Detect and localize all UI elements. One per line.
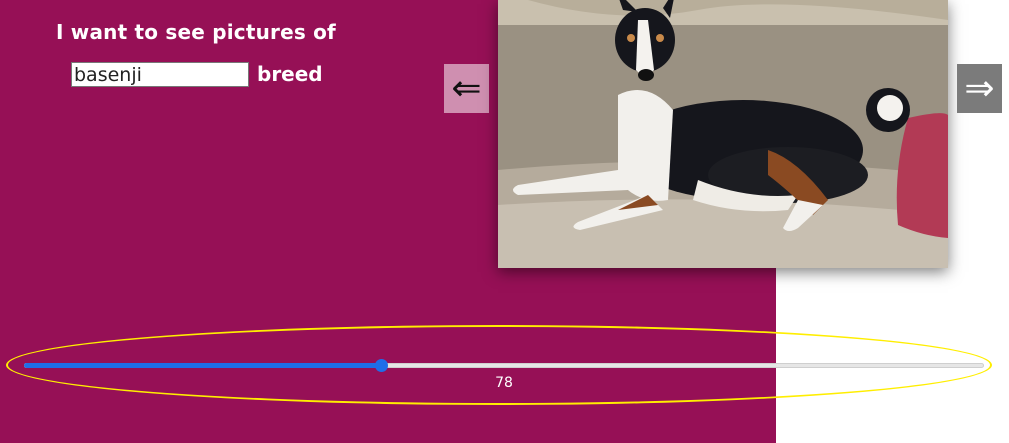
previous-image-button[interactable]: ⇐	[444, 64, 489, 113]
slider-value: 78	[495, 375, 513, 391]
left-double-arrow-icon: ⇐	[451, 67, 482, 109]
dog-image	[498, 0, 948, 268]
breed-label: breed	[257, 62, 323, 86]
breed-input[interactable]	[71, 62, 249, 87]
slider-fill	[24, 363, 382, 368]
image-slider[interactable]	[24, 359, 984, 372]
right-double-arrow-icon: ⇒	[964, 67, 995, 109]
prompt-heading: I want to see pictures of	[56, 20, 336, 44]
next-image-button[interactable]: ⇒	[957, 64, 1002, 113]
dog-photo	[498, 0, 948, 268]
